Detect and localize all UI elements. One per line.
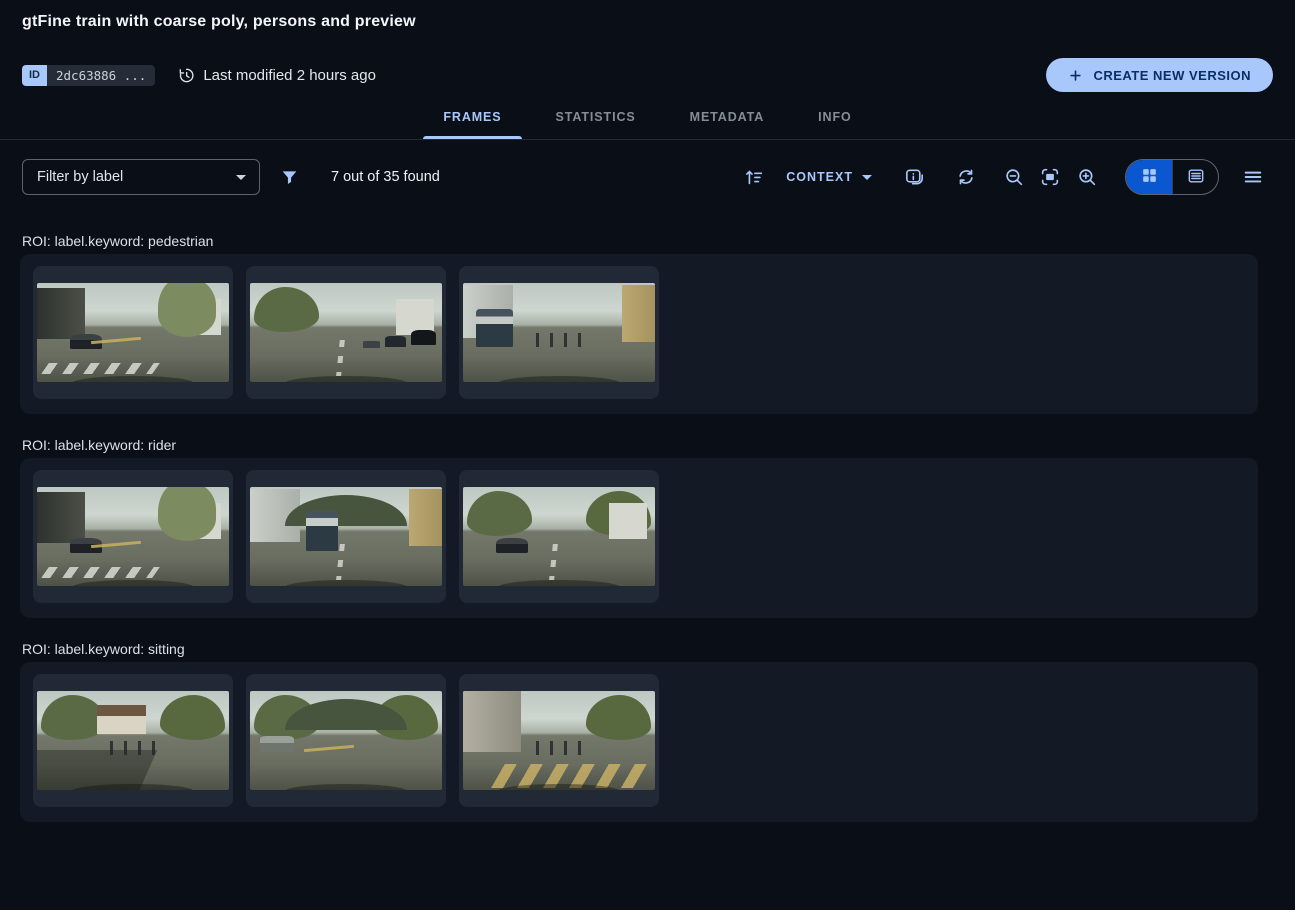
scene-willow-right	[158, 487, 216, 541]
page-title: gtFine train with coarse poly, persons a…	[22, 13, 1273, 31]
frame-card[interactable]	[459, 674, 659, 807]
frame-thumbnail	[37, 691, 229, 790]
last-modified: Last modified 2 hours ago	[177, 66, 376, 85]
scene-house-center	[97, 705, 147, 734]
scene-crosswalk-white	[41, 567, 160, 578]
toolbar: Filter by label 7 out of 35 found CONTEX…	[22, 159, 1265, 195]
plus-icon	[1068, 68, 1083, 83]
scene-people	[536, 741, 582, 756]
tab-statistics[interactable]: STATISTICS	[529, 95, 663, 139]
frame-thumbnail	[37, 283, 229, 382]
scene-bus-left	[476, 309, 512, 348]
group-label: ROI: label.keyword: sitting	[22, 641, 1258, 657]
chevron-down-icon	[236, 175, 246, 180]
grid-view-button[interactable]	[1126, 160, 1172, 194]
scene-bld-right-tan	[622, 285, 655, 342]
sort-icon[interactable]	[742, 165, 766, 189]
frame-thumbnail	[463, 487, 655, 586]
scene-bld-right-white	[609, 503, 647, 540]
frame-card[interactable]	[459, 266, 659, 399]
scene-crosswalk-yellow	[491, 764, 647, 788]
toolbar-right: CONTEXT	[742, 159, 1265, 195]
fit-screen-icon[interactable]	[1038, 165, 1062, 189]
tab-bar: FRAMES STATISTICS METADATA INFO	[0, 95, 1295, 139]
scene-trees-left	[467, 491, 532, 536]
chevron-down-icon	[862, 175, 872, 180]
scene-people	[536, 333, 582, 348]
sync-icon[interactable]	[954, 165, 978, 189]
preview-info-icon[interactable]	[902, 165, 926, 189]
meta-row: ID 2dc63886 ... Last modified 2 hours ag…	[22, 58, 1273, 92]
frame-thumbnail	[463, 283, 655, 382]
frame-card[interactable]	[33, 470, 233, 603]
scene-cars-right	[411, 330, 436, 346]
context-dropdown-label: CONTEXT	[786, 170, 853, 184]
scene-car-left	[496, 538, 529, 553]
frame-card[interactable]	[246, 266, 446, 399]
group-label: ROI: label.keyword: pedestrian	[22, 233, 1258, 249]
frame-thumbnail	[250, 691, 442, 790]
tab-divider	[0, 139, 1295, 140]
frame-group: ROI: label.keyword: pedestrian	[20, 233, 1258, 414]
grid-view-icon	[1140, 166, 1159, 188]
view-toggle	[1125, 159, 1219, 195]
scene-trees-right	[586, 695, 651, 740]
list-view-icon	[1186, 166, 1206, 189]
group-panel	[20, 662, 1258, 822]
history-icon	[177, 66, 196, 85]
tab-frames[interactable]: FRAMES	[416, 95, 528, 139]
frame-card[interactable]	[33, 674, 233, 807]
filter-select-value: Filter by label	[37, 169, 123, 185]
scene-yellow-line	[304, 745, 354, 752]
scene-bld-left-tall	[463, 691, 521, 752]
frame-groups: ROI: label.keyword: pedestrian ROI: label…	[20, 233, 1258, 822]
frame-group: ROI: label.keyword: rider	[20, 437, 1258, 618]
scene-crosswalk-white	[41, 363, 160, 374]
frame-thumbnail	[37, 487, 229, 586]
group-panel	[20, 458, 1258, 618]
scene-trees-left	[254, 287, 319, 332]
last-modified-text: Last modified 2 hours ago	[203, 67, 376, 84]
header: gtFine train with coarse poly, persons a…	[0, 0, 1295, 92]
frame-thumbnail	[250, 283, 442, 382]
create-new-version-label: CREATE NEW VERSION	[1093, 68, 1251, 83]
zoom-out-icon[interactable]	[1002, 165, 1026, 189]
scene-willow-right	[158, 283, 216, 337]
id-badge-value: 2dc63886 ...	[47, 65, 155, 86]
scene-bld-left-dark	[37, 288, 85, 339]
scene-trees-right	[160, 695, 225, 740]
context-dropdown[interactable]: CONTEXT	[786, 170, 872, 184]
filter-by-label-select[interactable]: Filter by label	[22, 159, 260, 195]
scene-bld-right-tan	[409, 489, 442, 546]
frame-card[interactable]	[33, 266, 233, 399]
zoom-in-icon[interactable]	[1075, 165, 1099, 189]
frame-card[interactable]	[246, 470, 446, 603]
frame-group: ROI: label.keyword: sitting	[20, 641, 1258, 822]
scene-people	[110, 741, 156, 756]
scene-lane-dash	[549, 544, 558, 580]
tab-metadata[interactable]: METADATA	[663, 95, 792, 139]
dataset-page: gtFine train with coarse poly, persons a…	[0, 0, 1295, 822]
frame-thumbnail	[463, 691, 655, 790]
frame-card[interactable]	[459, 470, 659, 603]
scene-bus-center	[306, 511, 339, 552]
id-badge-label: ID	[22, 65, 47, 86]
scene-bld-left-dark	[37, 492, 85, 543]
scene-lane-dash	[336, 340, 345, 376]
filter-icon[interactable]	[277, 165, 301, 189]
frame-thumbnail	[250, 487, 442, 586]
group-panel	[20, 254, 1258, 414]
scene-shadow-road	[37, 750, 158, 790]
dataset-id-badge[interactable]: ID 2dc63886 ...	[22, 65, 155, 86]
group-label: ROI: label.keyword: rider	[22, 437, 1258, 453]
create-new-version-button[interactable]: CREATE NEW VERSION	[1046, 58, 1273, 92]
frame-card[interactable]	[246, 674, 446, 807]
list-view-button[interactable]	[1172, 160, 1218, 194]
results-count: 7 out of 35 found	[331, 169, 440, 185]
scene-hill	[285, 495, 408, 526]
scene-van-left	[260, 736, 295, 753]
menu-icon[interactable]	[1241, 165, 1265, 189]
tab-info[interactable]: INFO	[791, 95, 878, 139]
